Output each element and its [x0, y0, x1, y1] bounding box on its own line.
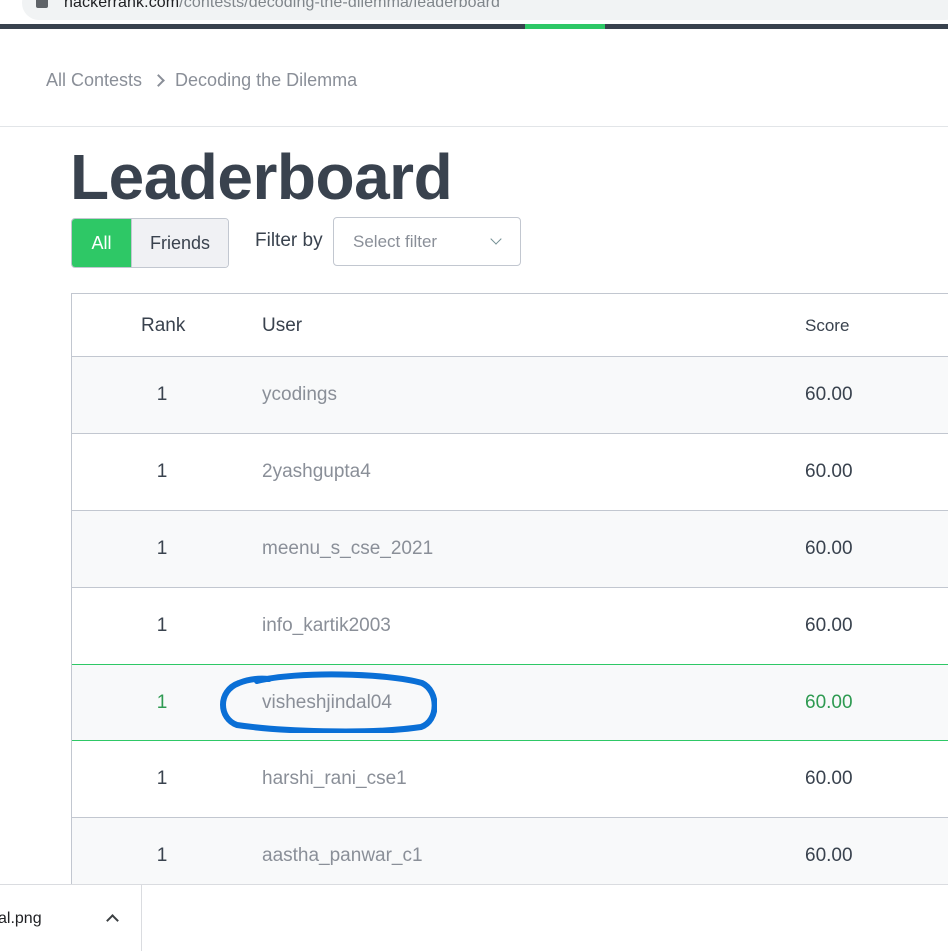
download-item[interactable]: al.png	[0, 885, 142, 951]
user-link[interactable]: visheshjindal04	[262, 692, 392, 714]
user-link[interactable]: 2yashgupta4	[262, 461, 371, 483]
score-cell: 60.00	[805, 384, 853, 405]
chevron-up-icon[interactable]	[106, 914, 119, 927]
breadcrumb: All Contests Decoding the Dilemma	[46, 70, 357, 91]
user-link[interactable]: meenu_s_cse_2021	[262, 538, 433, 560]
browser-address-bar[interactable]: hackerrank.com/contests/decoding-the-dil…	[0, 0, 948, 24]
url-text[interactable]: hackerrank.com/contests/decoding-the-dil…	[64, 0, 500, 12]
rank-cell: 1	[156, 384, 168, 405]
user-link[interactable]: aastha_panwar_c1	[262, 845, 423, 867]
leaderboard-table: Rank User Score 1 ycodings 60.00 1 2yash…	[71, 293, 948, 895]
download-bar: al.png	[0, 884, 948, 951]
site-nav-bar	[0, 24, 948, 29]
table-row: 1 meenu_s_cse_2021 60.00	[72, 511, 948, 588]
filter-placeholder: Select filter	[353, 232, 438, 251]
rank-cell: 1	[156, 538, 168, 559]
score-cell: 60.00	[805, 538, 853, 559]
rank-cell: 1	[156, 461, 168, 482]
nav-active-indicator	[525, 24, 605, 29]
table-row: 1 info_kartik2003 60.00	[72, 588, 948, 665]
score-cell: 60.00	[805, 615, 853, 636]
header-score[interactable]: Score	[805, 316, 849, 336]
table-row: 1 harshi_rani_cse1 60.00	[72, 741, 948, 818]
table-row: 1 ycodings 60.00	[72, 357, 948, 434]
user-link[interactable]: harshi_rani_cse1	[262, 768, 407, 790]
url-path: /contests/decoding-the-dilemma/leaderboa…	[179, 0, 501, 11]
rank-cell: 1	[156, 768, 168, 789]
download-filename: al.png	[0, 910, 42, 927]
lock-icon	[36, 0, 48, 8]
score-cell: 60.00	[805, 692, 853, 713]
user-link[interactable]: ycodings	[262, 384, 337, 406]
header-user: User	[262, 315, 303, 336]
user-link[interactable]: info_kartik2003	[262, 615, 391, 637]
toggle-all-button[interactable]: All	[72, 219, 131, 267]
table-header: Rank User Score	[72, 294, 948, 357]
filter-label: Filter by	[255, 230, 323, 251]
rank-cell: 1	[156, 692, 168, 713]
header-rank: Rank	[141, 315, 186, 336]
breadcrumb-all-contests[interactable]: All Contests	[46, 70, 142, 91]
chevron-down-icon	[490, 233, 502, 245]
header-divider	[0, 126, 948, 127]
url-host: hackerrank.com	[64, 0, 180, 11]
score-cell: 60.00	[805, 845, 853, 866]
scope-toggle: All Friends	[71, 218, 229, 268]
table-row-current-user: 1 visheshjindal04 60.00	[72, 664, 948, 741]
filter-select[interactable]: Select filter	[333, 217, 521, 266]
table-row: 1 2yashgupta4 60.00	[72, 434, 948, 511]
score-cell: 60.00	[805, 768, 853, 789]
score-cell: 60.00	[805, 461, 853, 482]
toggle-friends-button[interactable]: Friends	[131, 219, 228, 267]
rank-cell: 1	[156, 845, 168, 866]
breadcrumb-contest[interactable]: Decoding the Dilemma	[175, 70, 357, 91]
rank-cell: 1	[156, 615, 168, 636]
page-title: Leaderboard	[70, 141, 453, 213]
chevron-right-icon	[152, 74, 165, 87]
